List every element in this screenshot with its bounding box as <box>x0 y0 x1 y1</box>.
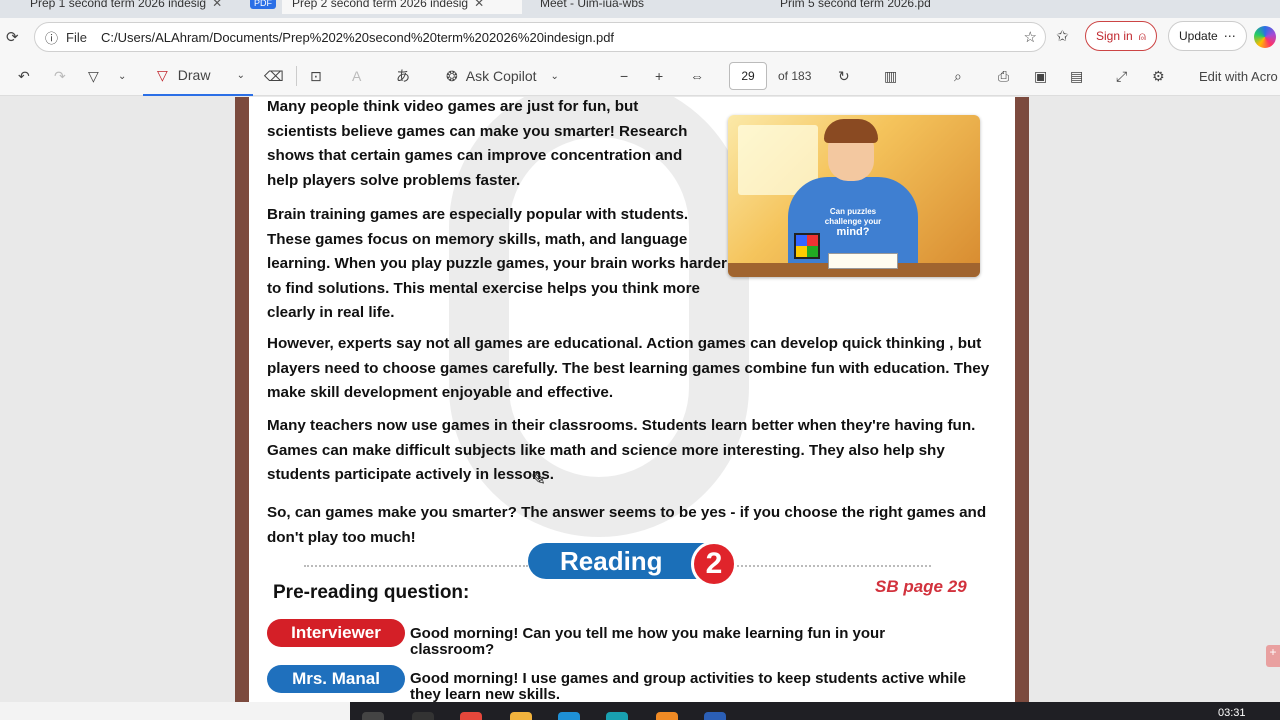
tab-pdf-badge[interactable]: PDF <box>240 0 286 14</box>
word-icon[interactable] <box>704 712 726 720</box>
copilot-outline-icon: ❂ <box>446 67 458 84</box>
speaker-pill-interviewer: Interviewer <box>267 619 405 647</box>
highlight-icon[interactable]: ▽ <box>88 56 99 96</box>
tab-label: Prep 2 second term 2026 indesig <box>292 0 469 10</box>
search-icon[interactable]: ⌕ <box>954 56 962 96</box>
hoodie-line-1: Can puzzles <box>829 207 877 216</box>
tab-prep2[interactable]: Prep 2 second term 2026 indesig ✕ <box>282 0 522 14</box>
print-icon[interactable]: ⎙ <box>998 56 1009 96</box>
zoom-out-icon[interactable]: − <box>620 56 628 96</box>
fullscreen-icon[interactable]: ⤢ <box>1116 56 1127 96</box>
hoodie-line-3: mind? <box>836 226 870 238</box>
draw-button[interactable]: ▽ Draw ⌄ <box>143 56 253 96</box>
zoom-in-icon[interactable]: + <box>655 56 663 96</box>
refresh-icon[interactable]: ⟳ <box>6 28 19 46</box>
edit-with-acrobat-button[interactable]: Edit with Acro <box>1199 56 1278 96</box>
pdf-badge: PDF <box>250 0 276 9</box>
pdf-toolbar: ↶ ↷ ▽ ⌄ ▽ Draw ⌄ ⌫ ⊡ A あ ❂ Ask Copilot ⌄… <box>0 56 1280 96</box>
save-icon[interactable]: ▣ <box>1034 56 1047 96</box>
page-view-icon[interactable]: ▥ <box>884 56 897 96</box>
scheme-label: File <box>66 29 87 45</box>
page-border: Many people think video games are just f… <box>235 97 1029 702</box>
ask-copilot-button[interactable]: ❂ Ask Copilot ⌄ <box>446 56 559 96</box>
divider <box>296 66 297 86</box>
copilot-icon[interactable] <box>1254 26 1276 48</box>
app-icon[interactable] <box>412 712 434 720</box>
star-icon[interactable]: ☆ <box>1024 28 1037 46</box>
rotate-icon[interactable]: ↻ <box>838 56 850 96</box>
paragraph-4: Many teachers now use games in their cla… <box>267 417 976 484</box>
boy-puzzle-illustration: Can puzzles challenge your mind? <box>728 115 980 277</box>
page-number-input[interactable]: 29 <box>729 62 767 90</box>
paragraph-1: Many people think video games are just f… <box>267 98 688 189</box>
book-shape <box>828 253 898 269</box>
sign-in-label: Sign in <box>1096 29 1133 43</box>
url-text: C:/Users/ALAhram/Documents/Prep%202%20se… <box>100 29 615 45</box>
update-label: Update <box>1179 29 1218 43</box>
tab-meet[interactable]: Meet - Uim-iua-wbs <box>530 0 654 14</box>
reading-number-badge: 2 <box>691 541 737 587</box>
update-button[interactable]: Update ⋯ <box>1168 21 1247 51</box>
close-icon[interactable]: ✕ <box>474 0 484 10</box>
translate-icon[interactable]: あ <box>396 56 410 96</box>
speaker-pill-mrs-manal: Mrs. Manal <box>267 665 405 693</box>
eraser-icon[interactable]: ⌫ <box>264 56 284 96</box>
tab-prep1[interactable]: Prep 1 second term 2026 indesig ✕ <box>20 0 232 14</box>
dotted-divider-left <box>304 565 528 567</box>
pre-reading-heading: Pre-reading question: <box>273 582 470 603</box>
settings-icon[interactable]: ⚙ <box>1152 56 1165 96</box>
dotted-divider-right <box>737 565 931 567</box>
more-icon: ⋯ <box>1223 29 1236 43</box>
edge-icon[interactable] <box>606 712 628 720</box>
fit-width-icon[interactable]: ⇔ <box>690 56 704 96</box>
tab-strip: Prep 1 second term 2026 indesig ✕ PDF Pre… <box>0 0 1280 18</box>
person-icon: ⍝ <box>1138 28 1146 43</box>
task-view-icon[interactable] <box>362 712 384 720</box>
pen-cursor-icon: ✎ <box>531 469 547 489</box>
taskbar-search[interactable] <box>0 702 350 720</box>
page-total: of 183 <box>778 69 812 83</box>
ask-copilot-label: Ask Copilot <box>465 68 537 84</box>
draw-label: Draw <box>177 67 211 83</box>
tab-label: Meet - Uim-iua-wbs <box>540 0 645 10</box>
undo-icon[interactable]: ↶ <box>18 56 30 96</box>
file-explorer-icon[interactable] <box>510 712 532 720</box>
pdf-viewer[interactable]: Many people think video games are just f… <box>0 97 1280 702</box>
address-bar[interactable]: ⓘ File C:/Users/ALAhram/Documents/Prep%2… <box>34 22 1046 52</box>
taskbar: 03:31 <box>0 702 1280 720</box>
paragraph-2: Brain training games are especially popu… <box>267 206 727 322</box>
side-panel-tab[interactable]: + <box>1266 645 1280 667</box>
hair-shape <box>824 119 878 143</box>
chevron-down-icon: ⌄ <box>550 70 559 82</box>
clock: 03:31 <box>1218 707 1246 719</box>
sign-in-button[interactable]: Sign in ⍝ <box>1085 21 1157 51</box>
paragraph-3: However, experts say not all games are e… <box>267 335 990 402</box>
dialog-line-2: Good morning! I use games and group acti… <box>410 670 966 703</box>
app-icon[interactable] <box>558 712 580 720</box>
chrome-icon[interactable] <box>460 712 482 720</box>
rubiks-cube-icon <box>794 233 820 259</box>
sb-page-label: SB page 29 <box>875 577 967 596</box>
text-box-icon[interactable]: ⊡ <box>310 56 322 96</box>
address-bar-row: ⟳ ⓘ File C:/Users/ALAhram/Documents/Prep… <box>0 18 1280 56</box>
hoodie-caption: Can puzzles challenge your mind? <box>816 207 890 238</box>
app-icon[interactable] <box>656 712 678 720</box>
info-icon[interactable]: ⓘ <box>45 28 58 47</box>
tab-label: Prep 1 second term 2026 indesig <box>30 0 207 10</box>
tab-label: Prim 5 second term 2026.pd <box>780 0 931 10</box>
pen-icon: ▽ <box>157 66 168 83</box>
tab-prim5[interactable]: Prim 5 second term 2026.pd <box>770 0 941 14</box>
save-as-icon[interactable]: ▤ <box>1070 56 1083 96</box>
chevron-down-icon[interactable]: ⌄ <box>118 56 126 96</box>
close-icon[interactable]: ✕ <box>212 0 222 10</box>
pdf-page: Many people think video games are just f… <box>249 97 1015 702</box>
read-aloud-icon[interactable]: A <box>352 56 361 96</box>
chevron-down-icon: ⌄ <box>236 69 245 81</box>
dialog-line-1: Good morning! Can you tell me how you ma… <box>410 625 886 658</box>
redo-icon[interactable]: ↷ <box>54 56 66 96</box>
favorites-icon[interactable]: ✩ <box>1056 27 1069 45</box>
